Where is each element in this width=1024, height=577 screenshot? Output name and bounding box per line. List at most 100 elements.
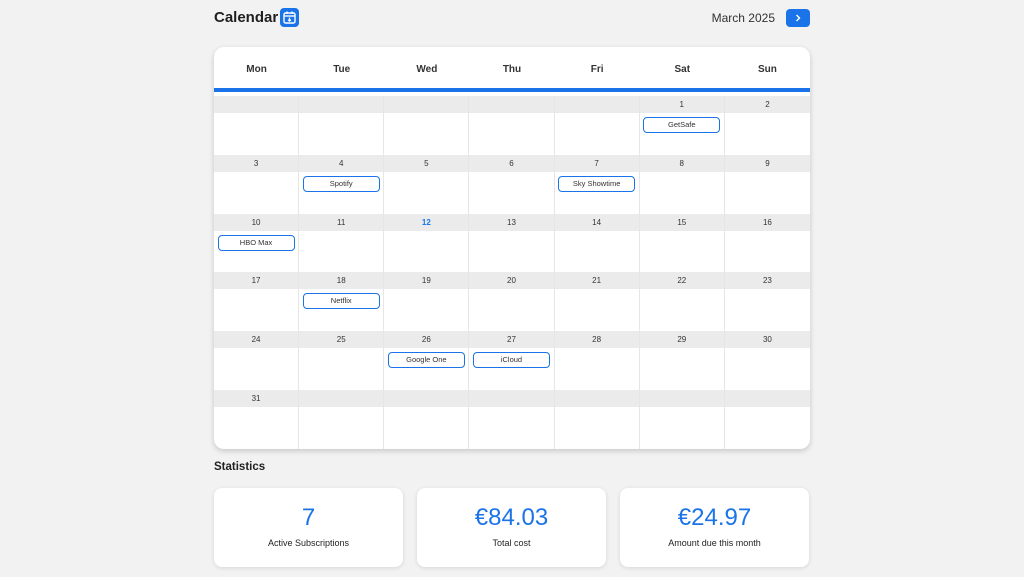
day-number: 29 bbox=[639, 331, 724, 349]
day-number bbox=[639, 390, 724, 408]
calendar-day[interactable]: 10 HBO Max bbox=[214, 213, 300, 273]
calendar-day[interactable]: 25 bbox=[299, 331, 385, 391]
stat-card-active-subscriptions: 7 Active Subscriptions bbox=[214, 488, 403, 567]
subscription-event[interactable]: GetSafe bbox=[643, 117, 721, 133]
calendar-day[interactable]: 30 bbox=[724, 331, 810, 390]
calendar-day[interactable]: 13 bbox=[469, 213, 555, 273]
day-number bbox=[214, 96, 299, 113]
stat-value: €84.03 bbox=[474, 504, 549, 531]
day-number: 21 bbox=[554, 272, 639, 290]
weekday-label: Wed bbox=[416, 64, 438, 75]
calendar-day[interactable]: 24 bbox=[214, 331, 300, 391]
calendar-icon bbox=[280, 8, 299, 27]
day-number bbox=[299, 96, 384, 113]
calendar-day[interactable]: 28 bbox=[554, 331, 640, 391]
day-number: 18 bbox=[299, 272, 384, 290]
calendar-day[interactable]: 16 bbox=[724, 213, 810, 273]
day-number: 24 bbox=[214, 331, 299, 349]
calendar-day[interactable]: 22 bbox=[639, 272, 725, 332]
day-number: 22 bbox=[639, 272, 724, 290]
calendar-day[interactable]: 4 Spotify bbox=[299, 154, 385, 214]
day-number: 2 bbox=[724, 96, 810, 113]
day-number: 4 bbox=[299, 154, 384, 172]
day-number: 31 bbox=[214, 390, 299, 408]
day-number: 23 bbox=[724, 272, 810, 290]
calendar-day[interactable]: 12 bbox=[384, 213, 470, 273]
day-number: 30 bbox=[724, 331, 810, 349]
calendar-day[interactable]: 9 bbox=[724, 154, 810, 214]
subscription-event[interactable]: iCloud bbox=[472, 352, 550, 369]
day-number: 19 bbox=[384, 272, 469, 290]
day-number bbox=[384, 390, 469, 408]
weekday-label: Tue bbox=[333, 64, 351, 75]
day-number: 26 bbox=[384, 331, 469, 349]
calendar-day[interactable]: 5 bbox=[384, 154, 470, 214]
day-number: 10 bbox=[214, 213, 299, 231]
day-number: 12 bbox=[384, 213, 469, 231]
day-number: 8 bbox=[639, 154, 724, 172]
day-number bbox=[724, 390, 810, 408]
subscription-event[interactable]: Netflix bbox=[302, 293, 380, 310]
calendar-day-empty bbox=[469, 390, 555, 449]
stat-label: Active Subscriptions bbox=[267, 538, 350, 548]
subscription-event[interactable]: Google One bbox=[387, 352, 465, 369]
day-number bbox=[469, 390, 554, 408]
subscription-event[interactable]: Sky Showtime bbox=[558, 175, 636, 192]
calendar-day[interactable]: 14 bbox=[554, 213, 640, 273]
day-number: 27 bbox=[469, 331, 554, 349]
stat-value: €24.97 bbox=[677, 504, 752, 531]
calendar-day[interactable]: 19 bbox=[384, 272, 470, 332]
stat-value: 7 bbox=[301, 504, 316, 531]
calendar-day[interactable]: 26 Google One bbox=[384, 331, 470, 391]
weekday-header: Mon Tue Wed Thu Fri Sat Sun bbox=[214, 47, 810, 92]
calendar-day[interactable]: 18 Netflix bbox=[299, 272, 385, 332]
calendar-day[interactable]: 17 bbox=[214, 272, 300, 332]
calendar: Mon Tue Wed Thu Fri Sat Sun 1 GetSafe 2 3 4 S… bbox=[214, 47, 810, 449]
calendar-day[interactable]: 21 bbox=[554, 272, 640, 332]
day-number: 9 bbox=[724, 154, 810, 172]
calendar-day-empty bbox=[384, 390, 470, 449]
day-number: 28 bbox=[554, 331, 639, 349]
stat-label: Total cost bbox=[492, 538, 531, 548]
calendar-day-empty bbox=[469, 96, 555, 155]
calendar-day-empty bbox=[554, 390, 640, 449]
stat-card-total-cost: €84.03 Total cost bbox=[417, 488, 606, 567]
current-month-label: March 2025 bbox=[711, 11, 775, 25]
calendar-day[interactable]: 27 iCloud bbox=[469, 331, 555, 391]
calendar-day[interactable]: 15 bbox=[639, 213, 725, 273]
calendar-day[interactable]: 11 bbox=[299, 213, 385, 273]
calendar-day[interactable]: 1 GetSafe bbox=[639, 96, 725, 155]
calendar-day-empty bbox=[639, 390, 725, 449]
day-number: 17 bbox=[214, 272, 299, 290]
calendar-day-empty bbox=[554, 96, 640, 155]
day-number: 25 bbox=[299, 331, 384, 349]
calendar-day[interactable]: 31 bbox=[214, 390, 300, 449]
calendar-day[interactable]: 20 bbox=[469, 272, 555, 332]
calendar-day-empty bbox=[214, 96, 300, 155]
day-number bbox=[299, 390, 384, 408]
day-number: 16 bbox=[724, 213, 810, 231]
statistics-title: Statistics bbox=[214, 461, 266, 473]
weekday-label: Sat bbox=[674, 64, 691, 75]
calendar-day[interactable]: 3 bbox=[214, 154, 300, 214]
calendar-day-empty bbox=[299, 390, 385, 449]
day-number: 13 bbox=[469, 213, 554, 231]
day-number: 7 bbox=[554, 154, 639, 172]
day-number bbox=[554, 390, 639, 408]
calendar-day[interactable]: 8 bbox=[639, 154, 725, 214]
chevron-right-icon bbox=[796, 14, 801, 22]
weekday-label: Thu bbox=[502, 64, 522, 75]
calendar-day[interactable]: 29 bbox=[639, 331, 725, 391]
page-title: Calendar bbox=[214, 9, 279, 26]
day-number: 1 bbox=[639, 96, 724, 113]
calendar-day[interactable]: 23 bbox=[724, 272, 810, 331]
subscription-event[interactable]: Spotify bbox=[302, 175, 380, 192]
day-number: 20 bbox=[469, 272, 554, 290]
subscription-event[interactable]: HBO Max bbox=[217, 234, 295, 251]
calendar-day[interactable]: 6 bbox=[469, 154, 555, 214]
calendar-day[interactable]: 7 Sky Showtime bbox=[554, 154, 640, 214]
next-month-button[interactable] bbox=[786, 9, 810, 27]
day-number bbox=[384, 96, 469, 113]
day-number: 5 bbox=[384, 154, 469, 172]
calendar-day[interactable]: 2 bbox=[724, 96, 810, 155]
